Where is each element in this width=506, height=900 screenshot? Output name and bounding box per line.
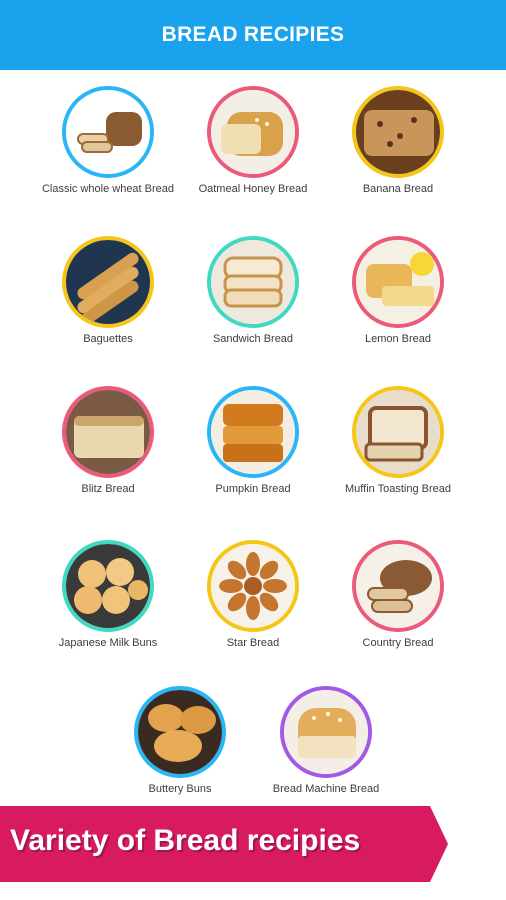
recipe-label: Banana Bread: [362, 183, 434, 195]
bread-machine-bread-icon: [280, 686, 372, 778]
recipe-label: Pumpkin Bread: [215, 483, 291, 495]
recipe-tile-milk-buns[interactable]: Japanese Milk Buns: [38, 540, 178, 651]
oatmeal-honey-bread-icon: [207, 86, 299, 178]
country-bread-icon: [352, 540, 444, 632]
whole-wheat-bread-icon: [62, 86, 154, 178]
recipe-tile-pumpkin[interactable]: Pumpkin Bread: [183, 386, 323, 497]
banana-bread-icon: [352, 86, 444, 178]
pumpkin-bread-icon: [207, 386, 299, 478]
milk-buns-icon: [62, 540, 154, 632]
recipe-tile-banana[interactable]: Banana Bread: [328, 86, 468, 197]
recipe-tile-oatmeal-honey[interactable]: Oatmeal Honey Bread: [183, 86, 323, 197]
promo-banner: Variety of Bread recipies: [0, 806, 448, 882]
muffin-toasting-bread-icon: [352, 386, 444, 478]
recipe-tile-country[interactable]: Country Bread: [328, 540, 468, 651]
sandwich-bread-icon: [207, 236, 299, 328]
recipe-tile-baguettes[interactable]: Baguettes: [38, 236, 178, 347]
banner-text: Variety of Bread recipies: [10, 824, 361, 857]
app-header: BREAD RECIPIES: [0, 0, 506, 70]
recipe-tile-star[interactable]: Star Bread: [183, 540, 323, 651]
recipe-tile-blitz[interactable]: Blitz Bread: [38, 386, 178, 497]
recipe-label: Sandwich Bread: [212, 333, 294, 345]
recipe-label: Lemon Bread: [364, 333, 432, 345]
lemon-bread-icon: [352, 236, 444, 328]
recipe-label: Blitz Bread: [81, 483, 135, 495]
recipe-label: Baguettes: [83, 333, 133, 345]
recipe-label: Buttery Buns: [148, 783, 212, 795]
star-bread-icon: [207, 540, 299, 632]
recipe-tile-muffin-toasting[interactable]: Muffin Toasting Bread: [328, 386, 468, 497]
recipe-label: Bread Machine Bread: [272, 783, 380, 795]
recipe-label: Star Bread: [226, 637, 280, 649]
recipe-label: Classic whole wheat Bread: [41, 183, 175, 195]
recipe-tile-lemon[interactable]: Lemon Bread: [328, 236, 468, 347]
recipe-grid: Classic whole wheat Bread Oatmeal Honey …: [0, 70, 506, 900]
blitz-bread-icon: [62, 386, 154, 478]
recipe-label: Japanese Milk Buns: [58, 637, 158, 649]
baguettes-icon: [62, 236, 154, 328]
recipe-label: Oatmeal Honey Bread: [198, 183, 308, 195]
recipe-label: Muffin Toasting Bread: [345, 483, 451, 495]
recipe-tile-whole-wheat[interactable]: Classic whole wheat Bread: [38, 86, 178, 197]
page-title: BREAD RECIPIES: [161, 23, 345, 46]
buttery-buns-icon: [134, 686, 226, 778]
recipe-tile-sandwich[interactable]: Sandwich Bread: [183, 236, 323, 347]
recipe-tile-buttery-buns[interactable]: Buttery Buns: [110, 686, 250, 797]
recipe-tile-bread-machine[interactable]: Bread Machine Bread: [256, 686, 396, 797]
recipe-label: Country Bread: [362, 637, 434, 649]
